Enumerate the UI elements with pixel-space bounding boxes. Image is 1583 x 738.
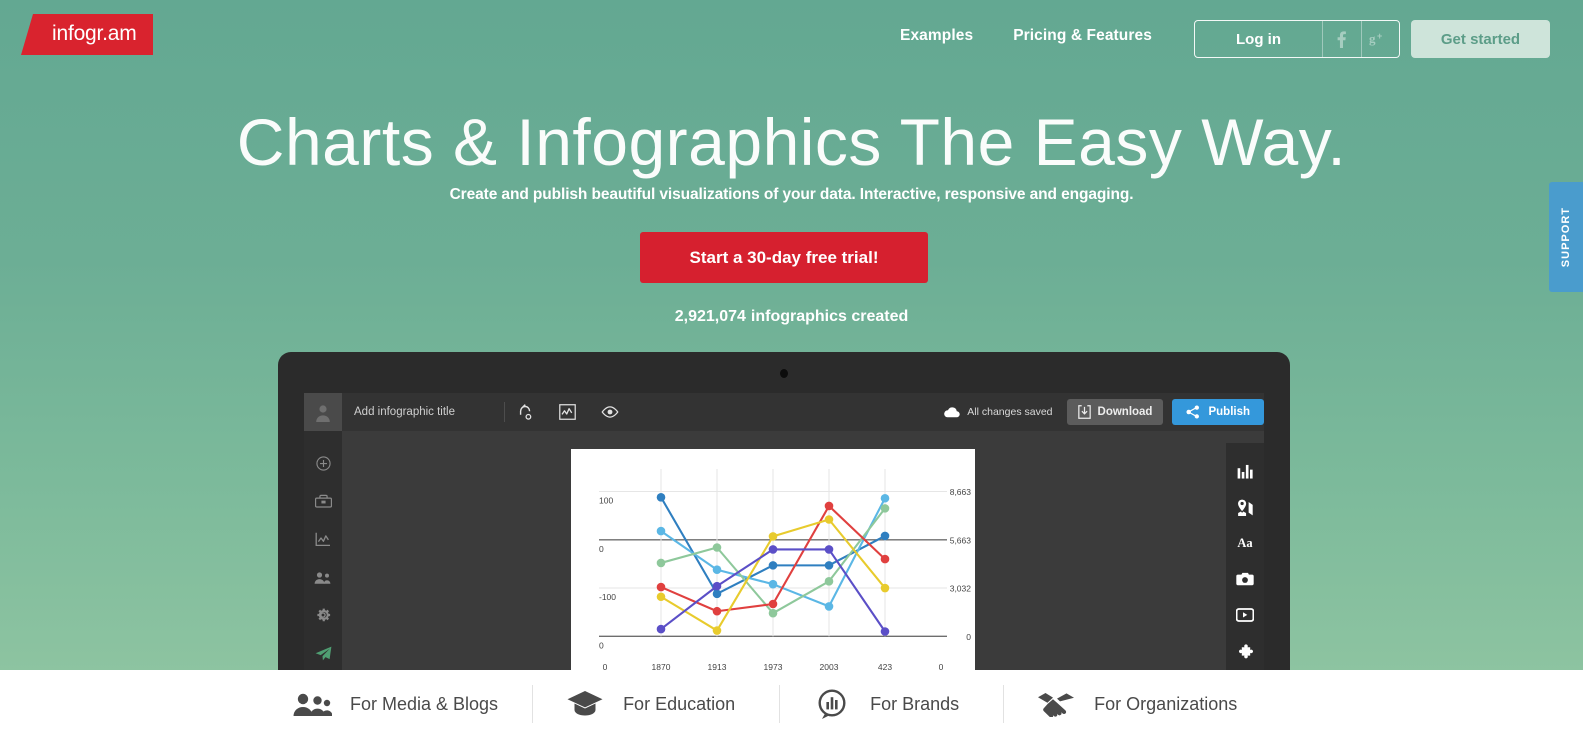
- infographics-counter: 2,921,074 infographics created: [0, 308, 1583, 326]
- landing-page: infogr.am Examples Pricing & Features Lo…: [0, 0, 1583, 738]
- toolbar-icon-group: [519, 404, 619, 420]
- laptop-mockup: Add infographic title All changes saved …: [278, 352, 1290, 682]
- audience-bar: For Media & Blogs For Education For Bran…: [0, 670, 1583, 738]
- handshake-icon: [1034, 687, 1078, 721]
- main-nav: Examples Pricing & Features: [900, 27, 1152, 45]
- bottom-item-education[interactable]: For Education: [563, 684, 735, 724]
- svg-text:100: 100: [599, 495, 613, 505]
- team-icon[interactable]: [314, 568, 332, 586]
- settings-gear-icon[interactable]: [314, 606, 332, 624]
- graduation-cap-icon: [563, 687, 607, 721]
- save-status: All changes saved: [944, 406, 1053, 418]
- bottom-divider: [532, 685, 534, 723]
- bottom-item-label: For Education: [623, 693, 736, 714]
- nav-pricing-features[interactable]: Pricing & Features: [1013, 27, 1152, 45]
- editor-right-rail: Aa: [1226, 443, 1264, 682]
- svg-text:3,032: 3,032: [950, 584, 972, 594]
- svg-text:8,663: 8,663: [950, 487, 972, 497]
- bottom-item-media-blogs[interactable]: For Media & Blogs: [290, 684, 498, 724]
- map-pin-icon[interactable]: [1235, 497, 1255, 517]
- share-icon: [1186, 405, 1200, 419]
- editor-screen: Add infographic title All changes saved …: [304, 393, 1264, 682]
- text-aa-icon: Aa: [1237, 535, 1253, 550]
- svg-text:0: 0: [599, 640, 604, 650]
- download-icon: [1077, 405, 1091, 419]
- bottom-item-label: For Organizations: [1094, 693, 1238, 714]
- bottom-item-label: For Media & Blogs: [350, 693, 499, 714]
- preview-eye-icon[interactable]: [601, 406, 619, 418]
- editor-left-rail: [304, 393, 342, 682]
- undo-icon[interactable]: [519, 404, 534, 420]
- logo[interactable]: infogr.am: [21, 14, 153, 62]
- publish-button[interactable]: Publish: [1172, 399, 1264, 425]
- send-plane-icon[interactable]: [314, 644, 332, 662]
- bar-chart-icon[interactable]: [1235, 461, 1255, 481]
- toolbar-right-group: All changes saved Download Publish: [944, 393, 1264, 431]
- download-button[interactable]: Download: [1066, 399, 1164, 425]
- puzzle-piece-icon[interactable]: [1235, 641, 1255, 661]
- hero-subtitle: Create and publish beautiful visualizati…: [449, 186, 1134, 203]
- support-tab-label: SUPPORT: [1560, 206, 1572, 268]
- counter-number: 2,921,074: [674, 308, 746, 325]
- bottom-divider: [1003, 685, 1005, 723]
- chart-icon[interactable]: [559, 404, 576, 420]
- bottom-item-label: For Brands: [870, 693, 960, 714]
- chart-icon[interactable]: [314, 530, 332, 548]
- svg-text:g: g: [1369, 32, 1376, 46]
- add-circle-icon[interactable]: [314, 454, 332, 472]
- people-icon: [290, 687, 334, 721]
- video-play-icon[interactable]: [1235, 605, 1255, 625]
- start-free-trial-button[interactable]: Start a 30-day free trial!: [640, 232, 928, 283]
- svg-text:0: 0: [599, 544, 604, 554]
- log-in-button[interactable]: Log in: [1195, 21, 1322, 57]
- bottom-item-organizations[interactable]: For Organizations: [1034, 684, 1237, 724]
- bottom-item-brands[interactable]: For Brands: [810, 684, 959, 724]
- photo-camera-icon[interactable]: [1235, 569, 1255, 589]
- nav-examples[interactable]: Examples: [900, 27, 973, 45]
- counter-label: infographics created: [750, 308, 909, 325]
- facebook-icon[interactable]: [1322, 21, 1361, 57]
- svg-text:0: 0: [966, 632, 971, 642]
- editor-canvas: 100 0 -100 0 8,663 5,663 3,032 0 0 1870 1913 1973 20…: [342, 431, 1264, 682]
- line-chart: 1000-10008,6635,6633,03200 1870 1913 1973 20…: [599, 469, 972, 672]
- save-status-label: All changes saved: [967, 406, 1053, 418]
- toolbar-divider: [504, 402, 505, 422]
- chart-card[interactable]: 100 0 -100 0 8,663 5,663 3,032 0 0 1870 1913 1973 20…: [571, 449, 975, 682]
- google-plus-icon[interactable]: g +: [1360, 21, 1400, 57]
- library-icon[interactable]: [314, 492, 332, 510]
- infographic-title-input[interactable]: Add infographic title: [354, 406, 504, 418]
- cloud-icon: [944, 406, 960, 417]
- bottom-divider: [779, 685, 781, 723]
- logo-text: infogr.am: [52, 22, 137, 45]
- page-title: Charts & Infographics The Easy Way.: [236, 105, 1347, 179]
- avatar[interactable]: [304, 393, 342, 431]
- login-button-group[interactable]: Log in g +: [1194, 20, 1400, 58]
- svg-text:5,663: 5,663: [950, 535, 972, 545]
- editor-main: Add infographic title All changes saved …: [342, 393, 1264, 682]
- svg-text:-100: -100: [599, 592, 616, 602]
- get-started-button[interactable]: Get started: [1411, 20, 1550, 58]
- publish-label: Publish: [1208, 406, 1250, 418]
- svg-text:+: +: [1377, 32, 1382, 41]
- site-header: infogr.am Examples Pricing & Features Lo…: [0, 0, 1583, 78]
- download-label: Download: [1097, 406, 1153, 418]
- left-rail-icons: [314, 431, 332, 662]
- editor-toolbar: Add infographic title All changes saved …: [342, 393, 1264, 431]
- chart-bubble-icon: [810, 687, 854, 721]
- support-tab[interactable]: SUPPORT: [1549, 182, 1583, 292]
- webcam-dot: [780, 369, 788, 378]
